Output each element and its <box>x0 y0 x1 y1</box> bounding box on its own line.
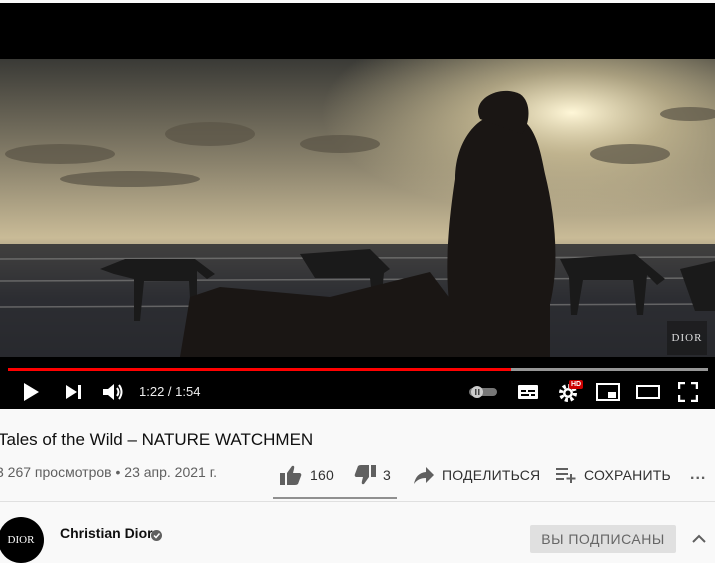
progress-played <box>8 368 512 371</box>
next-button[interactable] <box>60 375 88 409</box>
share-icon <box>414 467 434 484</box>
theater-mode-icon <box>636 385 660 399</box>
subtitles-button[interactable] <box>514 375 542 409</box>
progress-bar[interactable] <box>8 368 708 371</box>
section-divider <box>0 501 715 502</box>
video-frame[interactable] <box>0 59 715 357</box>
play-button[interactable] <box>16 375 46 409</box>
autoplay-toggle-icon <box>469 386 497 398</box>
fullscreen-icon <box>678 382 698 402</box>
like-ratio-bar <box>273 497 397 499</box>
channel-name[interactable]: Christian Dior <box>60 525 153 541</box>
playlist-add-icon <box>556 468 576 483</box>
collapse-icon[interactable] <box>692 530 706 548</box>
hd-badge: HD <box>569 380 584 389</box>
volume-icon <box>103 384 123 400</box>
like-button[interactable]: 160 <box>279 462 334 488</box>
more-actions-button[interactable]: ... <box>690 462 706 488</box>
dislike-button[interactable]: 3 <box>353 462 391 488</box>
more-icon: ... <box>690 466 707 483</box>
fullscreen-button[interactable] <box>674 375 702 409</box>
dior-watermark: DIOR <box>667 321 707 355</box>
subtitles-icon <box>518 385 538 399</box>
theater-mode-button[interactable] <box>634 375 662 409</box>
subscribed-button[interactable]: ВЫ ПОДПИСАНЫ <box>530 525 676 553</box>
avatar-logo: DIOR <box>7 534 35 546</box>
channel-avatar[interactable]: DIOR <box>0 517 44 563</box>
save-button[interactable]: СОХРАНИТЬ <box>555 462 671 488</box>
mute-button[interactable] <box>100 375 128 409</box>
time-display: 1:22 / 1:54 <box>139 384 201 399</box>
video-title: Tales of the Wild – NATURE WATCHMEN <box>0 430 314 449</box>
settings-button[interactable]: HD <box>554 375 584 409</box>
verified-icon <box>151 528 162 546</box>
dislike-count: 3 <box>383 467 391 483</box>
thumbs-down-icon <box>354 465 376 485</box>
like-count: 160 <box>310 467 334 483</box>
save-label: СОХРАНИТЬ <box>584 467 671 483</box>
thumbs-up-icon <box>280 465 302 485</box>
miniplayer-button[interactable] <box>594 375 622 409</box>
miniplayer-icon <box>596 383 620 401</box>
play-icon <box>24 383 39 401</box>
player-controls: 1:22 / 1:54 HD <box>0 375 715 409</box>
share-button[interactable]: ПОДЕЛИТЬСЯ <box>413 462 540 488</box>
video-player[interactable]: DIOR 1:22 / 1:54 HD <box>0 3 715 409</box>
autoplay-toggle[interactable] <box>466 375 500 409</box>
skip-next-icon <box>66 385 81 399</box>
share-label: ПОДЕЛИТЬСЯ <box>442 467 541 483</box>
video-meta: 3 267 просмотров • 23 апр. 2021 г. <box>0 464 217 480</box>
